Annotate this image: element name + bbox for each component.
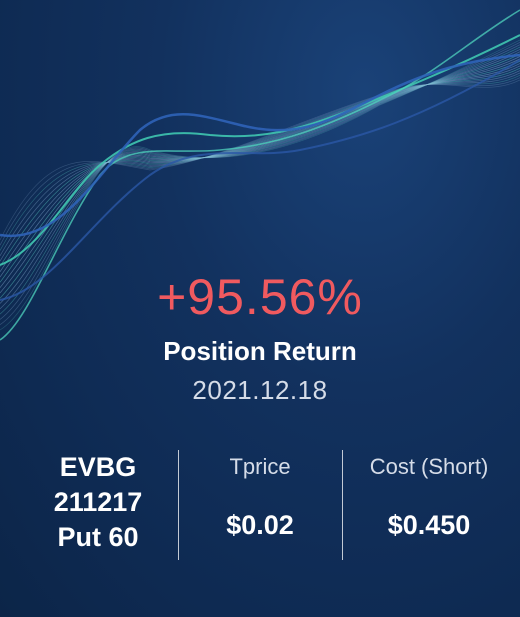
column-divider-2 <box>342 450 343 560</box>
wave-fine-line <box>0 72 520 257</box>
position-share-card: +95.56% Position Return 2021.12.18 EVBG … <box>0 0 520 617</box>
wave-fine-line <box>0 79 520 241</box>
tprice-label: Tprice <box>229 454 291 479</box>
contract-type-strike: Put 60 <box>57 522 139 552</box>
wave-fine-line <box>0 70 520 262</box>
contract-symbol: EVBG <box>59 452 137 482</box>
position-date: 2021.12.18 <box>192 375 328 405</box>
cost-column: Cost (Short) $0.450 <box>344 452 514 542</box>
column-divider-1 <box>178 450 179 560</box>
contract-expiry: 211217 <box>53 487 143 517</box>
wave-fine-line <box>0 65 520 272</box>
wave-fine-line <box>0 63 520 278</box>
cost-value: $0.450 <box>387 510 471 540</box>
position-return-label: Position Return <box>163 336 357 366</box>
cost-label: Cost (Short) <box>369 454 489 479</box>
position-return-percent: +95.56% <box>157 269 363 325</box>
wave-fine-line <box>0 58 520 288</box>
tprice-value: $0.02 <box>226 510 294 540</box>
wave-fine-line <box>0 60 520 283</box>
contract-description: EVBG 211217 Put 60 <box>18 450 178 555</box>
tprice-column: Tprice $0.02 <box>180 452 340 542</box>
